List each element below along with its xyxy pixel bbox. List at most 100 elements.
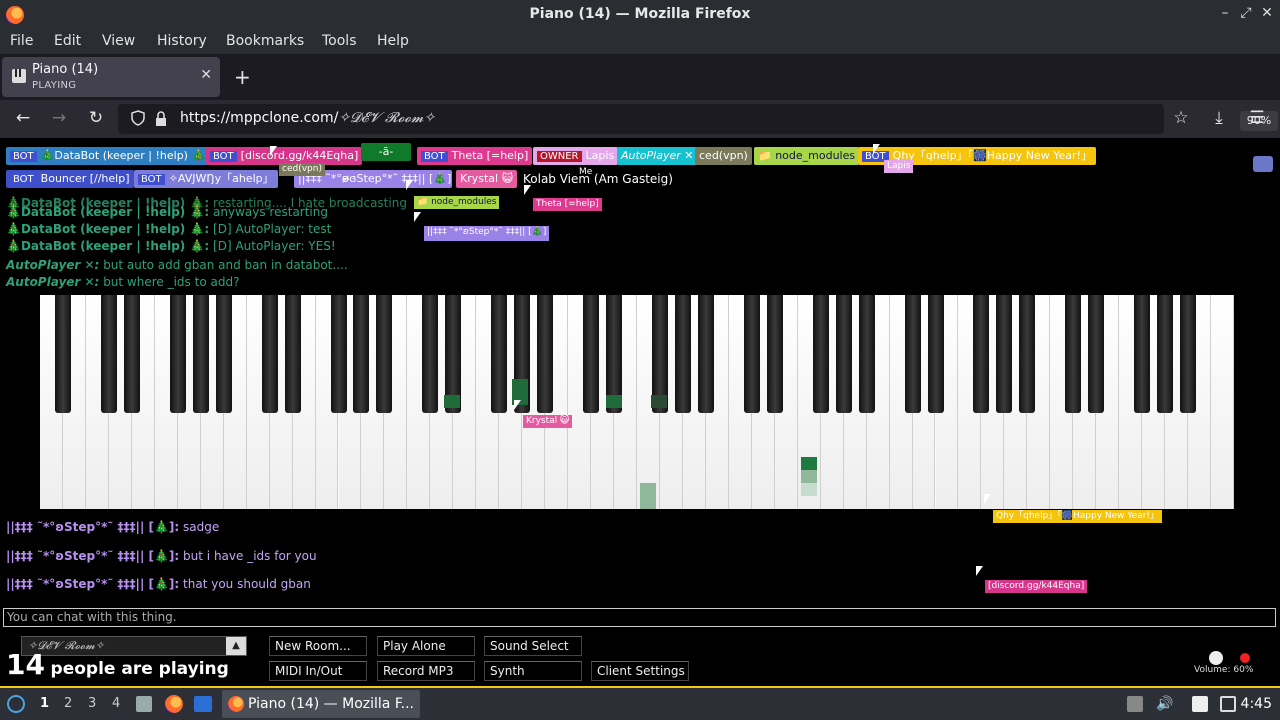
black-key[interactable] [1157, 295, 1174, 413]
white-key[interactable] [1211, 295, 1234, 509]
user-tag-node-modules[interactable]: 📁 node_modules [754, 147, 860, 165]
play-alone-button[interactable]: Play Alone [377, 636, 475, 656]
display-tray-icon[interactable] [1220, 696, 1236, 712]
maximize-icon[interactable]: ⤢ [1237, 5, 1255, 21]
midi-button[interactable]: MIDI In/Out [269, 661, 367, 681]
address-bar[interactable]: https://mppclone.com/✧𝓓𝓔𝓥 𝓡𝓸𝓸𝓶✧ 90% [118, 104, 1278, 134]
black-key[interactable] [697, 295, 714, 413]
bookmark-star-icon[interactable]: ☆ [1170, 108, 1192, 128]
start-menu-icon[interactable] [7, 695, 25, 713]
user-tag-bouncer[interactable]: BOT Bouncer [//help] [6, 170, 134, 188]
chat-input[interactable]: You can chat with this thing. [3, 608, 1276, 627]
black-key[interactable] [1180, 295, 1197, 413]
black-key[interactable] [1019, 295, 1036, 413]
tab-close-icon[interactable]: ✕ [200, 67, 212, 83]
black-key[interactable] [766, 295, 783, 413]
black-key[interactable] [215, 295, 232, 413]
chat-message: ||‡‡‡ ˜*°ʚStep°*˜ ‡‡‡|| [🎄]: but i have … [6, 549, 317, 563]
note-block [651, 395, 667, 408]
black-key[interactable] [973, 295, 990, 413]
black-key[interactable] [284, 295, 301, 413]
reload-icon[interactable]: ↻ [85, 108, 107, 128]
hamburger-menu-icon[interactable]: ☰ [1246, 108, 1268, 128]
menu-bookmarks[interactable]: Bookmarks [226, 33, 304, 49]
black-key[interactable] [996, 295, 1013, 413]
piano-keyboard[interactable] [40, 295, 1234, 509]
menu-file[interactable]: File [10, 33, 33, 49]
firefox-launcher-icon[interactable] [165, 695, 183, 713]
black-key[interactable] [537, 295, 554, 413]
new-tab-plus-icon[interactable]: + [234, 65, 251, 89]
screen: Piano (14) — Mozilla Firefox – ⤢ ✕ File … [0, 0, 1280, 720]
black-key[interactable] [422, 295, 439, 413]
volume-knob[interactable] [1209, 651, 1223, 665]
black-key[interactable] [812, 295, 829, 413]
forward-arrow-icon[interactable]: → [48, 108, 70, 128]
terminal-icon[interactable] [194, 696, 212, 712]
black-key[interactable] [353, 295, 370, 413]
menu-help[interactable]: Help [377, 33, 409, 49]
close-window-icon[interactable]: ✕ [1258, 5, 1276, 21]
black-key[interactable] [192, 295, 209, 413]
black-key[interactable] [376, 295, 393, 413]
menu-history[interactable]: History [157, 33, 207, 49]
menu-view[interactable]: View [102, 33, 135, 49]
record-mp3-button[interactable]: Record MP3 [377, 661, 475, 681]
url-text[interactable]: https://mppclone.com/✧𝓓𝓔𝓥 𝓡𝓸𝓸𝓶✧ [180, 110, 435, 126]
black-key[interactable] [123, 295, 140, 413]
user-tag-a[interactable]: -ā- [361, 143, 411, 161]
user-tag-autoplayer[interactable]: AutoPlayer ✕ [617, 147, 698, 165]
minimize-icon[interactable]: – [1216, 5, 1234, 21]
black-key[interactable] [927, 295, 944, 413]
black-key[interactable] [169, 295, 186, 413]
workspace-4[interactable]: 4 [112, 696, 120, 711]
chevron-up-icon[interactable]: ▲ [226, 637, 246, 655]
user-tag-krystal[interactable]: Krystal 😺 [456, 170, 518, 188]
black-key[interactable] [674, 295, 691, 413]
black-key[interactable] [583, 295, 600, 413]
workspace-2[interactable]: 2 [64, 696, 72, 711]
tab-piano[interactable]: Piano (14) PLAYING ✕ [2, 57, 220, 97]
black-key[interactable] [835, 295, 852, 413]
user-tag-theta[interactable]: BOT Theta [=help] [417, 147, 533, 165]
black-key[interactable] [1134, 295, 1151, 413]
user-tag-kolab[interactable]: Kolab Viem (Am Gasteig) [519, 170, 677, 188]
workspace-1[interactable]: 1 [40, 696, 49, 711]
sound-select-button[interactable]: Sound Select [484, 636, 582, 656]
user-tag-databot[interactable]: BOT 🎄DataBot (keeper | !help) 🎄 [6, 147, 210, 165]
menu-tools[interactable]: Tools [322, 33, 357, 49]
black-key[interactable] [261, 295, 278, 413]
translate-icon[interactable] [1253, 156, 1273, 172]
workspace-3[interactable]: 3 [88, 696, 96, 711]
client-settings-button[interactable]: Client Settings [591, 661, 689, 681]
user-tag-avjwny[interactable]: BOT ✧AVJWŊy「ahelp」 [134, 170, 278, 188]
owner-badge: OWNER [537, 151, 582, 162]
black-key[interactable] [330, 295, 347, 413]
menu-edit[interactable]: Edit [54, 33, 81, 49]
black-key[interactable] [743, 295, 760, 413]
back-arrow-icon[interactable]: ← [12, 108, 34, 128]
lock-icon[interactable] [154, 111, 168, 127]
user-tag-ced[interactable]: ced(vpn) [695, 147, 752, 165]
download-icon[interactable]: ⤓ [1208, 108, 1230, 128]
taskbar-firefox-window[interactable]: Piano (14) — Mozilla F... [222, 690, 420, 718]
user-tag-lapis[interactable]: OWNER Lapis [533, 147, 619, 165]
tray-clipboard-icon[interactable] [1127, 696, 1143, 712]
black-key[interactable] [1088, 295, 1105, 413]
synth-button[interactable]: Synth [484, 661, 582, 681]
bot-badge: BOT [10, 174, 37, 185]
black-key[interactable] [1065, 295, 1082, 413]
black-key[interactable] [904, 295, 921, 413]
black-key[interactable] [858, 295, 875, 413]
black-key[interactable] [491, 295, 508, 413]
new-room-button[interactable]: New Room... [269, 636, 367, 656]
file-manager-icon[interactable] [136, 696, 152, 712]
cursor-icon [514, 400, 521, 410]
user-name: ✧AVJWŊy「ahelp」 [168, 172, 274, 185]
volume-tray-icon[interactable]: 🔊 [1156, 696, 1173, 712]
tray-notes-icon[interactable] [1192, 696, 1208, 712]
firefox-icon [228, 696, 244, 712]
black-key[interactable] [100, 295, 117, 413]
shield-icon[interactable] [130, 110, 146, 126]
black-key[interactable] [54, 295, 71, 413]
